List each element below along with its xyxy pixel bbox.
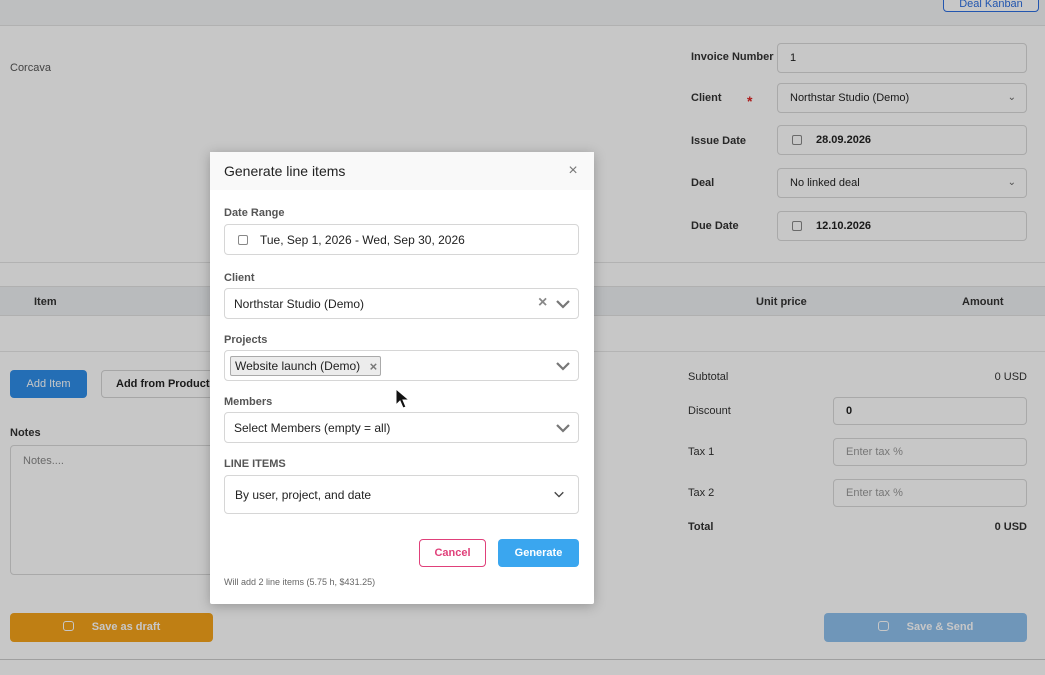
line-items-value: By user, project, and date bbox=[235, 488, 372, 502]
chevron-down-icon[interactable] bbox=[556, 421, 570, 435]
generate-line-items-modal: Generate line items × Date Range Tue, Se… bbox=[210, 152, 594, 604]
remove-tag-icon[interactable]: × bbox=[370, 359, 378, 374]
date-range-label: Date Range bbox=[224, 207, 285, 219]
project-tag-label: Website launch (Demo) bbox=[235, 359, 361, 373]
modal-header: Generate line items × bbox=[210, 152, 594, 190]
members-label: Members bbox=[224, 396, 273, 408]
chevron-down-icon[interactable] bbox=[556, 359, 570, 373]
client-select-value: Northstar Studio (Demo) bbox=[234, 297, 365, 311]
chevron-down-icon[interactable] bbox=[556, 297, 570, 311]
date-range-value: Tue, Sep 1, 2026 - Wed, Sep 30, 2026 bbox=[260, 233, 465, 247]
projects-multiselect[interactable]: Website launch (Demo) × bbox=[224, 350, 579, 381]
generate-button[interactable]: Generate bbox=[498, 539, 579, 567]
members-select[interactable]: Select Members (empty = all) bbox=[224, 412, 579, 443]
close-icon[interactable]: × bbox=[566, 163, 580, 179]
modal-title: Generate line items bbox=[224, 163, 346, 179]
chevron-down-icon bbox=[554, 491, 564, 498]
mouse-cursor-icon bbox=[395, 388, 411, 409]
project-tag: Website launch (Demo) × bbox=[230, 356, 382, 376]
members-placeholder: Select Members (empty = all) bbox=[234, 421, 391, 435]
calendar-icon bbox=[238, 235, 248, 245]
client-select[interactable]: Northstar Studio (Demo) × bbox=[224, 288, 579, 319]
generate-summary-note: Will add 2 line items (5.75 h, $431.25) bbox=[224, 577, 376, 587]
cancel-button[interactable]: Cancel bbox=[419, 539, 486, 567]
date-range-input[interactable]: Tue, Sep 1, 2026 - Wed, Sep 30, 2026 bbox=[224, 224, 579, 255]
clear-icon[interactable]: × bbox=[538, 294, 547, 312]
client-label: Client bbox=[224, 272, 255, 284]
projects-label: Projects bbox=[224, 334, 268, 346]
line-items-select[interactable]: By user, project, and date bbox=[224, 475, 579, 514]
line-items-label: LINE ITEMS bbox=[224, 458, 286, 470]
